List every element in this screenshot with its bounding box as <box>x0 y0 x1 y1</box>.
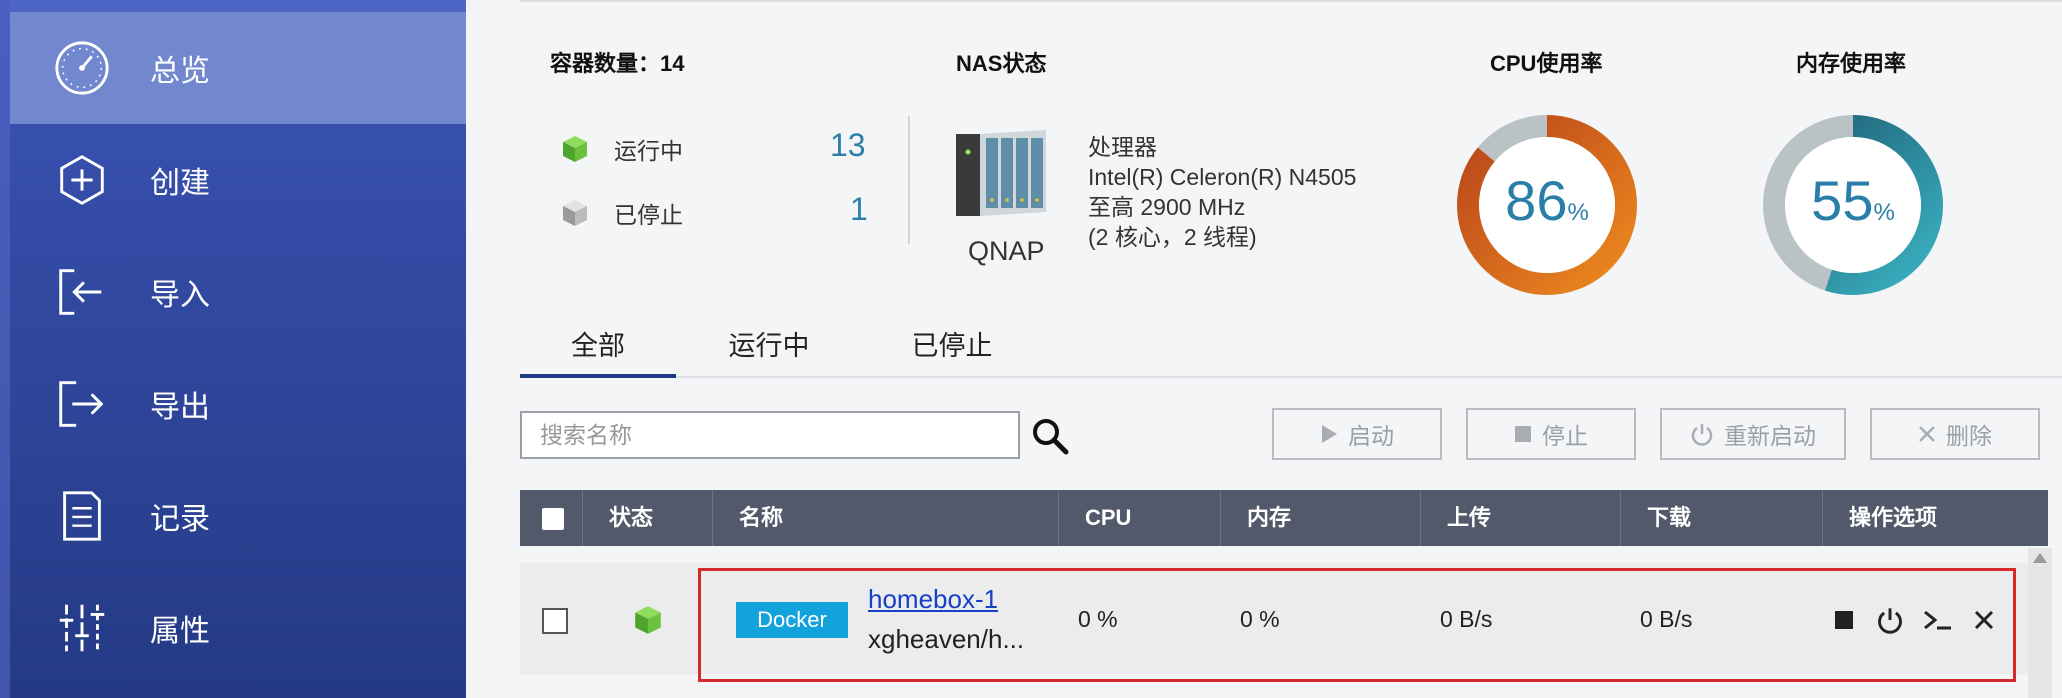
cpu-usage-title: CPU使用率 <box>1490 51 1603 76</box>
main-panel: 容器数量：14 运行中 13 已停止 1 NAS状态 QNAP 处理器 Inte… <box>490 0 2062 698</box>
delete-button[interactable]: 删除 <box>1870 408 2040 460</box>
power-icon <box>1691 424 1713 446</box>
import-icon <box>52 262 112 322</box>
scroll-up-icon[interactable] <box>2028 548 2052 568</box>
table-header: 状态 名称 CPU 内存 上传 下载 操作选项 <box>520 490 2048 546</box>
stop-button[interactable]: 停止 <box>1466 408 1636 460</box>
restart-button[interactable]: 重新启动 <box>1660 408 1846 460</box>
cpu-info-line: Intel(R) Celeron(R) N4505 <box>1088 164 1357 190</box>
stopped-row: 已停止 <box>560 196 683 230</box>
cpu-info-line: 至高 2900 MHz <box>1088 194 1246 220</box>
table-scrollbar[interactable] <box>2028 548 2052 698</box>
mem-usage-value: 55% <box>1811 169 1895 232</box>
row-highlight-box <box>698 568 2016 682</box>
sidebar-item-label: 导出 <box>150 390 210 425</box>
export-icon <box>52 374 112 434</box>
cpu-info-line: (2 核心，2 线程) <box>1088 224 1257 250</box>
start-button-label: 启动 <box>1348 424 1394 450</box>
col-name[interactable]: 名称 <box>712 490 1058 546</box>
document-log-icon <box>52 486 112 546</box>
close-icon <box>1919 426 1935 442</box>
nas-cpu-info: 处理器 Intel(R) Celeron(R) N4505 至高 2900 MH… <box>1088 132 1356 252</box>
top-divider <box>520 0 2062 2</box>
tab-stopped[interactable]: 已停止 <box>862 324 1042 378</box>
stopped-count: 1 <box>850 191 868 227</box>
sidebar-item-label: 属性 <box>150 614 210 649</box>
sliders-icon <box>52 598 112 658</box>
tab-all[interactable]: 全部 <box>520 324 676 378</box>
cube-stopped-icon <box>563 200 587 226</box>
restart-button-label: 重新启动 <box>1724 424 1816 450</box>
stop-square-icon <box>1515 426 1531 442</box>
mem-usage-title: 内存使用率 <box>1796 51 1907 76</box>
filter-tabs: 全部 运行中 已停止 <box>520 318 2062 378</box>
stats-divider <box>908 116 910 244</box>
sidebar-item-export[interactable]: 导出 <box>10 348 466 460</box>
sidebar-item-import[interactable]: 导入 <box>10 236 466 348</box>
cube-running-icon <box>563 136 587 162</box>
sidebar-item-properties[interactable]: 属性 <box>10 572 466 684</box>
running-count: 13 <box>830 127 866 163</box>
cube-running-icon <box>635 606 661 634</box>
sidebar-item-label: 记录 <box>150 502 210 537</box>
stopped-label: 已停止 <box>614 203 683 229</box>
row-checkbox[interactable] <box>542 608 568 634</box>
nas-status-title: NAS状态 <box>956 51 1047 76</box>
sidebar-top-edge <box>10 0 466 12</box>
stop-button-label: 停止 <box>1542 424 1588 450</box>
tab-running[interactable]: 运行中 <box>676 324 862 378</box>
col-cpu[interactable]: CPU <box>1058 490 1220 546</box>
play-icon <box>1322 425 1337 443</box>
dashboard-gauge-icon <box>52 38 112 98</box>
sidebar: 总览 创建 导入 导出 记录 属性 <box>0 0 466 698</box>
col-status[interactable]: 状态 <box>582 490 712 546</box>
nas-device-icon <box>956 130 1046 216</box>
sidebar-item-overview[interactable]: 总览 <box>10 12 466 124</box>
container-count-title: 容器数量：14 <box>550 51 685 76</box>
col-download[interactable]: 下载 <box>1620 490 1822 546</box>
sidebar-item-create[interactable]: 创建 <box>10 124 466 236</box>
cpu-info-line: 处理器 <box>1088 134 1157 160</box>
search-input[interactable] <box>520 411 1020 459</box>
sidebar-item-label: 创建 <box>150 166 210 201</box>
cpu-usage-value: 86% <box>1505 169 1589 232</box>
running-row: 运行中 <box>560 132 683 166</box>
col-upload[interactable]: 上传 <box>1420 490 1620 546</box>
start-button[interactable]: 启动 <box>1272 408 1442 460</box>
col-actions: 操作选项 <box>1822 490 2048 546</box>
col-memory[interactable]: 内存 <box>1220 490 1420 546</box>
sidebar-item-label: 导入 <box>150 278 210 313</box>
nas-name: QNAP <box>968 236 1045 266</box>
plus-hexagon-icon <box>52 150 112 210</box>
running-label: 运行中 <box>614 139 683 165</box>
sidebar-item-log[interactable]: 记录 <box>10 460 466 572</box>
delete-button-label: 删除 <box>1946 424 1992 450</box>
search-icon[interactable] <box>1030 416 1070 456</box>
select-all-checkbox[interactable] <box>542 508 564 530</box>
sidebar-item-label: 总览 <box>150 54 210 89</box>
